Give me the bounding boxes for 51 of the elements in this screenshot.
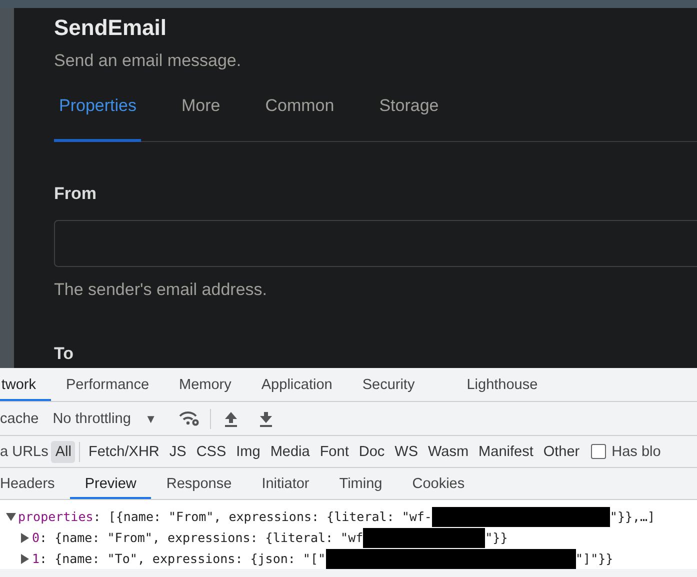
json-line-end: "}}	[485, 530, 508, 545]
detail-tab[interactable]: Initiator	[246, 468, 324, 499]
devtools-tab[interactable]: Application	[246, 368, 348, 401]
filter-chip[interactable]: Doc	[354, 440, 389, 462]
expand-triangle-icon[interactable]	[20, 554, 30, 564]
filter-chip[interactable]: Media	[266, 440, 314, 462]
checkbox-label[interactable]: Has blo	[612, 444, 661, 460]
expand-triangle-icon[interactable]	[20, 532, 30, 542]
filter-chip[interactable]: CSS	[192, 440, 230, 462]
detail-tab[interactable]: Response	[151, 468, 247, 499]
panel-tab[interactable]: More	[176, 87, 226, 142]
filter-chip[interactable]: WS	[390, 440, 422, 462]
devtools-tab[interactable]: twork	[0, 368, 51, 401]
json-line-end: "]"}}	[576, 551, 614, 566]
filter-chip[interactable]: Fetch/XHR	[84, 440, 164, 462]
panel-tab[interactable]: Storage	[374, 87, 444, 142]
network-settings-icon[interactable]	[178, 410, 200, 427]
json-line: 1: {name: "To", expressions: {json: "["	[32, 551, 326, 566]
filter-chip[interactable]: Other	[539, 440, 584, 462]
devtools-tab[interactable]: Security	[347, 368, 430, 401]
filter-chip[interactable]: Img	[232, 440, 264, 462]
collapse-triangle-icon[interactable]	[6, 512, 16, 522]
filter-chip[interactable]: JS	[165, 440, 190, 462]
activity-title: SendEmail	[54, 15, 168, 41]
download-icon[interactable]	[258, 410, 273, 426]
detail-tab[interactable]: Timing	[324, 468, 398, 499]
caret-icon[interactable]: ▼	[144, 412, 157, 426]
input-field[interactable]	[54, 220, 697, 267]
panel-tab[interactable]: Common	[260, 87, 340, 142]
data-urls-label[interactable]: a URLs	[0, 444, 48, 460]
cache-checkbox-label[interactable]: cache	[0, 410, 39, 426]
activity-description: Send an email message.	[54, 51, 242, 71]
devtools-tab[interactable]: Memory	[164, 368, 246, 401]
field-hint: The sender's email address.	[54, 280, 268, 300]
field-label: From	[54, 184, 98, 204]
filter-chip[interactable]: Manifest	[474, 440, 538, 462]
checkbox[interactable]	[590, 444, 606, 459]
devtools-tab[interactable]: Lighthouse	[452, 368, 553, 401]
json-line-end: "}},…]	[610, 509, 656, 524]
json-line: properties: [{name: "From", expressions: {literal: "wf-	[18, 509, 432, 524]
panel-tab[interactable]: Properties	[54, 87, 142, 142]
throttling-dropdown[interactable]: No throttling	[52, 410, 131, 426]
filter-chip[interactable]: All	[51, 440, 76, 462]
field-label: To	[54, 344, 75, 364]
json-line: 0: {name: "From", expressions: {literal: "wf	[32, 530, 364, 545]
filter-chip[interactable]: Wasm	[424, 440, 473, 462]
detail-tab[interactable]: Cookies	[397, 468, 480, 499]
filter-chip[interactable]: Font	[316, 440, 353, 462]
detail-tab[interactable]: Headers	[0, 468, 70, 499]
upload-icon[interactable]	[224, 410, 238, 426]
devtools-tab[interactable]: Performance	[51, 368, 164, 401]
